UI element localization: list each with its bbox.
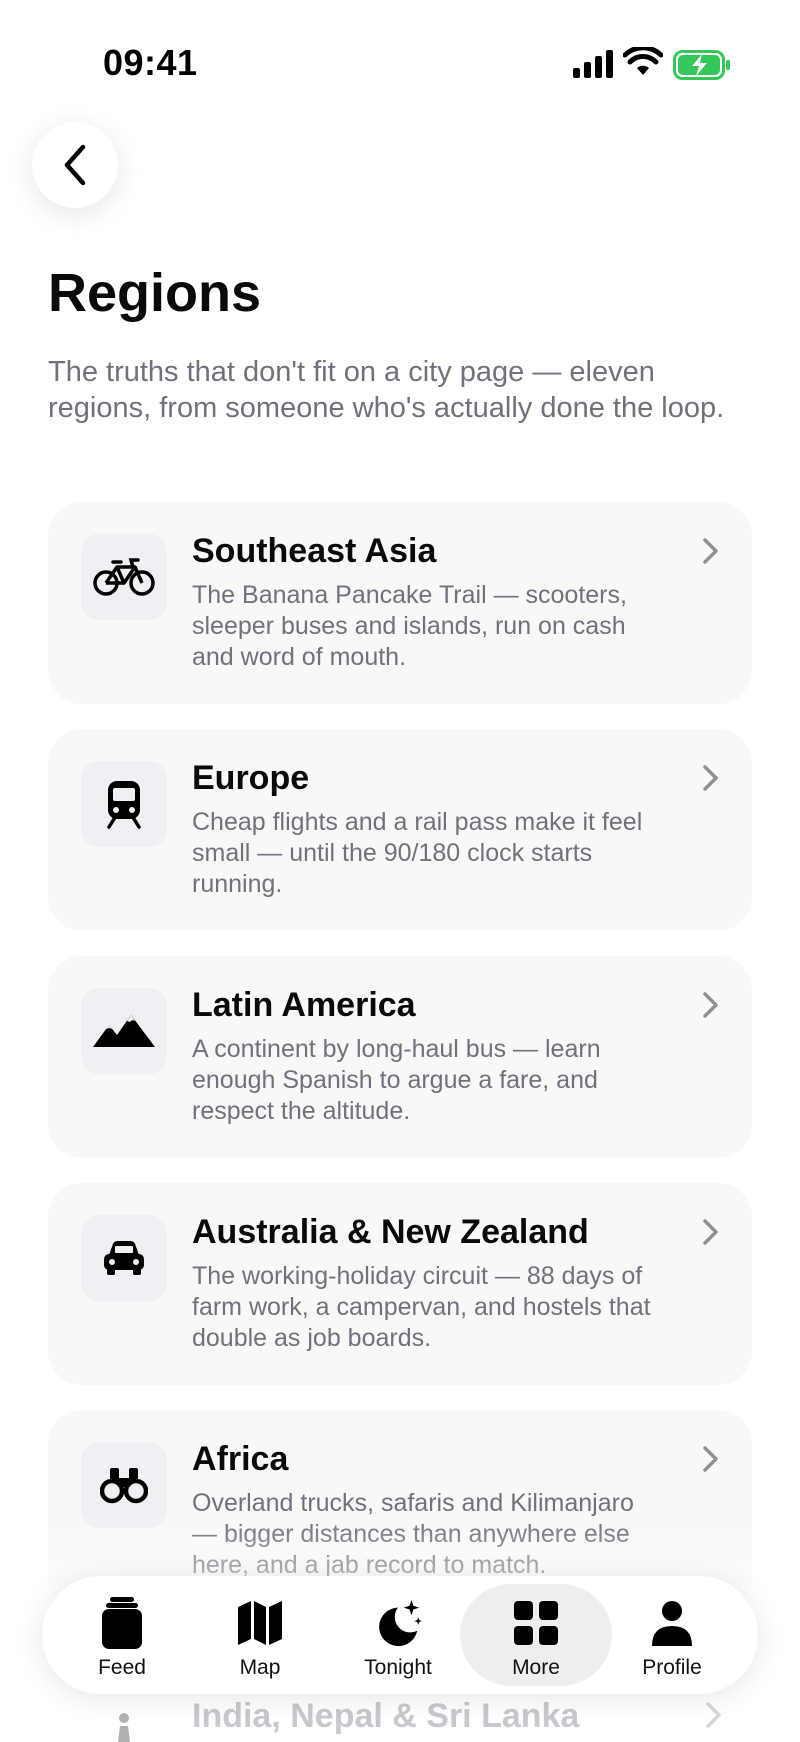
- tab-label: Tonight: [364, 1656, 432, 1679]
- region-card-australia-new-zealand[interactable]: Australia & New Zealand The working-holi…: [48, 1183, 752, 1385]
- chevron-right-icon: [703, 1446, 718, 1472]
- moon-stars-icon: [373, 1598, 423, 1648]
- chevron-left-icon: [64, 144, 86, 186]
- mountains-icon: [81, 988, 167, 1074]
- chevron-right-icon: [703, 992, 718, 1018]
- binoculars-icon: [81, 1442, 167, 1528]
- tab-map[interactable]: Map: [192, 1584, 328, 1686]
- region-title: Southeast Asia: [192, 532, 437, 570]
- feed-icon: [97, 1597, 147, 1649]
- map-icon: [235, 1598, 285, 1648]
- battery-charging-icon: [673, 50, 730, 80]
- region-card-southeast-asia[interactable]: Southeast Asia The Banana Pancake Trail …: [48, 502, 752, 704]
- region-list: Southeast Asia The Banana Pancake Trail …: [48, 502, 752, 1637]
- bicycle-icon: [81, 534, 167, 620]
- region-description: A continent by long-haul bus — learn eno…: [192, 1035, 601, 1125]
- cellular-signal-icon: [573, 50, 613, 78]
- chevron-right-icon: [703, 538, 718, 564]
- region-description: The working-holiday circuit — 88 days of…: [192, 1262, 651, 1352]
- region-title: Europe: [192, 759, 310, 797]
- person-icon: [647, 1598, 697, 1648]
- region-card-peek-title[interactable]: India, Nepal & Sri Lanka: [192, 1697, 579, 1736]
- chevron-right-icon: [703, 1219, 718, 1245]
- region-title: Africa: [192, 1440, 289, 1478]
- wifi-icon: [623, 47, 663, 75]
- chevron-right-icon: [706, 1702, 721, 1728]
- tab-feed[interactable]: Feed: [54, 1584, 190, 1686]
- region-description: The Banana Pancake Trail — scooters, sle…: [192, 581, 627, 671]
- train-icon: [81, 761, 167, 847]
- region-description: Cheap flights and a rail pass make it fe…: [192, 808, 643, 898]
- tab-tonight[interactable]: Tonight: [330, 1584, 466, 1686]
- chevron-right-icon: [703, 765, 718, 791]
- region-title: Latin America: [192, 986, 416, 1024]
- region-title: Australia & New Zealand: [192, 1213, 589, 1251]
- back-button[interactable]: [32, 122, 118, 208]
- region-card-europe[interactable]: Europe Cheap flights and a rail pass mak…: [48, 729, 752, 931]
- tab-profile[interactable]: Profile: [604, 1584, 740, 1686]
- hiker-icon: [118, 1713, 130, 1742]
- status-time: 09:41: [103, 42, 198, 83]
- tab-bar: Feed Map Tonight More Profile: [42, 1576, 758, 1694]
- tab-label: Map: [239, 1656, 281, 1679]
- tab-label: Feed: [98, 1656, 146, 1679]
- tab-more[interactable]: More: [460, 1584, 612, 1686]
- tab-label: More: [512, 1656, 560, 1679]
- page-title: Regions: [48, 263, 262, 323]
- page-intro: The truths that don't fit on a city page…: [48, 356, 725, 424]
- tab-label: Profile: [642, 1656, 702, 1679]
- status-bar: 09:41: [0, 0, 800, 130]
- region-card-latin-america[interactable]: Latin America A continent by long-haul b…: [48, 956, 752, 1158]
- grid-icon: [511, 1598, 561, 1648]
- car-icon: [81, 1215, 167, 1301]
